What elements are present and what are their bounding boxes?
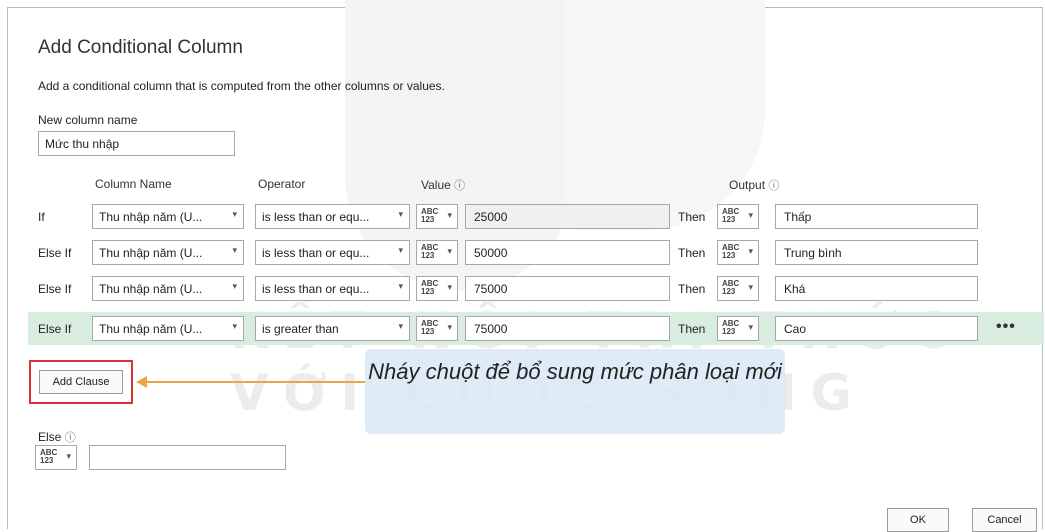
operator-dropdown[interactable]: is less than or equ... ▾: [255, 204, 410, 229]
output-input[interactable]: Thấp: [775, 204, 978, 229]
clause-row: Else If Thu nhập năm (U... ▾ is greater tha…: [28, 312, 1044, 345]
value-input[interactable]: 75000: [465, 316, 670, 341]
ok-button[interactable]: OK: [887, 508, 949, 532]
chevron-down-icon: ▾: [447, 282, 452, 292]
value-header-label: Value: [421, 178, 451, 192]
column-name-dropdown[interactable]: Thu nhập năm (U... ▾: [92, 316, 244, 341]
abc-123-type-icon: ABC 123: [722, 319, 740, 336]
chevron-down-icon: ▾: [232, 245, 237, 255]
clause-label: Else If: [38, 282, 72, 296]
output-type-selector[interactable]: ABC 123 ▾: [717, 240, 759, 265]
then-label: Then: [678, 282, 706, 296]
value-input[interactable]: 25000: [465, 204, 670, 229]
new-column-name-input[interactable]: Mức thu nhập: [38, 131, 235, 156]
operator-value: is less than or equ...: [262, 246, 370, 260]
output-input[interactable]: Khá: [775, 276, 978, 301]
value-type-selector[interactable]: ABC 123 ▾: [416, 276, 458, 301]
column-name-dropdown[interactable]: Thu nhập năm (U... ▾: [92, 276, 244, 301]
else-label-text: Else: [38, 430, 62, 444]
arrow-left-icon: [136, 376, 147, 388]
add-clause-button[interactable]: Add Clause: [39, 370, 123, 394]
operator-dropdown[interactable]: is less than or equ... ▾: [255, 240, 410, 265]
value-input[interactable]: 75000: [465, 276, 670, 301]
operator-dropdown[interactable]: is greater than ▾: [255, 316, 410, 341]
clause-row: If Thu nhập năm (U... ▾ is less than or equ…: [28, 200, 1044, 233]
abc-123-type-icon: ABC 123: [722, 279, 740, 296]
clause-label: If: [38, 210, 45, 224]
value-type-selector[interactable]: ABC 123 ▾: [416, 204, 458, 229]
then-label: Then: [678, 322, 706, 336]
output-type-selector[interactable]: ABC 123 ▾: [717, 204, 759, 229]
chevron-down-icon: ▾: [748, 322, 753, 332]
operator-header: Operator: [258, 177, 306, 191]
value-type-selector[interactable]: ABC 123 ▾: [416, 316, 458, 341]
abc-123-type-icon: ABC 123: [722, 243, 740, 260]
operator-value: is less than or equ...: [262, 210, 370, 224]
else-type-selector[interactable]: ABC 123 ▾: [35, 445, 77, 470]
clause-row: Else If Thu nhập năm (U... ▾ is less than o…: [28, 236, 1044, 269]
clause-row: Else If Thu nhập năm (U... ▾ is less than o…: [28, 272, 1044, 305]
abc-123-type-icon: ABC 123: [421, 243, 439, 260]
abc-123-type-icon: ABC 123: [421, 279, 439, 296]
output-header-label: Output: [729, 178, 766, 192]
output-type-selector[interactable]: ABC 123 ▾: [717, 316, 759, 341]
else-value-input[interactable]: [89, 445, 286, 470]
value-type-selector[interactable]: ABC 123 ▾: [416, 240, 458, 265]
abc-123-type-icon: ABC 123: [722, 207, 740, 224]
dialog-title: Add Conditional Column: [38, 37, 243, 58]
output-input[interactable]: Trung bình: [775, 240, 978, 265]
column-name-dropdown[interactable]: Thu nhập năm (U... ▾: [92, 204, 244, 229]
column-name-value: Thu nhập năm (U...: [99, 210, 203, 224]
operator-dropdown[interactable]: is less than or equ... ▾: [255, 276, 410, 301]
chevron-down-icon: ▾: [398, 281, 403, 291]
chevron-down-icon: ▾: [232, 321, 237, 331]
output-header: Output ⓘ: [729, 177, 779, 193]
chevron-down-icon: ▾: [398, 245, 403, 255]
abc-123-type-icon: ABC 123: [40, 448, 58, 465]
chevron-down-icon: ▾: [232, 209, 237, 219]
callout-text: Nháy chuột để bổ sung mức phân loại mới: [368, 359, 782, 384]
column-name-header: Column Name: [95, 177, 172, 191]
chevron-down-icon: ▾: [66, 451, 71, 461]
value-input[interactable]: 50000: [465, 240, 670, 265]
clause-label: Else If: [38, 246, 72, 260]
cancel-button[interactable]: Cancel: [972, 508, 1037, 532]
more-options-icon[interactable]: •••: [996, 318, 1016, 336]
output-info-icon[interactable]: ⓘ: [768, 180, 779, 192]
else-label: Else ⓘ: [38, 429, 76, 445]
then-label: Then: [678, 210, 706, 224]
chevron-down-icon: ▾: [447, 246, 452, 256]
chevron-down-icon: ▾: [748, 246, 753, 256]
column-name-value: Thu nhập năm (U...: [99, 282, 203, 296]
clause-label: Else If: [38, 322, 72, 336]
column-name-value: Thu nhập năm (U...: [99, 246, 203, 260]
chevron-down-icon: ▾: [447, 210, 452, 220]
abc-123-type-icon: ABC 123: [421, 319, 439, 336]
callout-arrow-line: [145, 381, 370, 383]
chevron-down-icon: ▾: [398, 321, 403, 331]
else-info-icon[interactable]: ⓘ: [65, 432, 76, 444]
value-header: Value ⓘ: [421, 177, 465, 193]
column-name-dropdown[interactable]: Thu nhập năm (U... ▾: [92, 240, 244, 265]
chevron-down-icon: ▾: [232, 281, 237, 291]
chevron-down-icon: ▾: [748, 210, 753, 220]
column-name-value: Thu nhập năm (U...: [99, 322, 203, 336]
chevron-down-icon: ▾: [748, 282, 753, 292]
value-info-icon[interactable]: ⓘ: [454, 180, 465, 192]
dialog-description: Add a conditional column that is compute…: [38, 79, 445, 93]
operator-value: is greater than: [262, 322, 339, 336]
then-label: Then: [678, 246, 706, 260]
output-type-selector[interactable]: ABC 123 ▾: [717, 276, 759, 301]
abc-123-type-icon: ABC 123: [421, 207, 439, 224]
chevron-down-icon: ▾: [447, 322, 452, 332]
chevron-down-icon: ▾: [398, 209, 403, 219]
operator-value: is less than or equ...: [262, 282, 370, 296]
output-input[interactable]: Cao: [775, 316, 978, 341]
new-column-name-label: New column name: [38, 113, 138, 127]
